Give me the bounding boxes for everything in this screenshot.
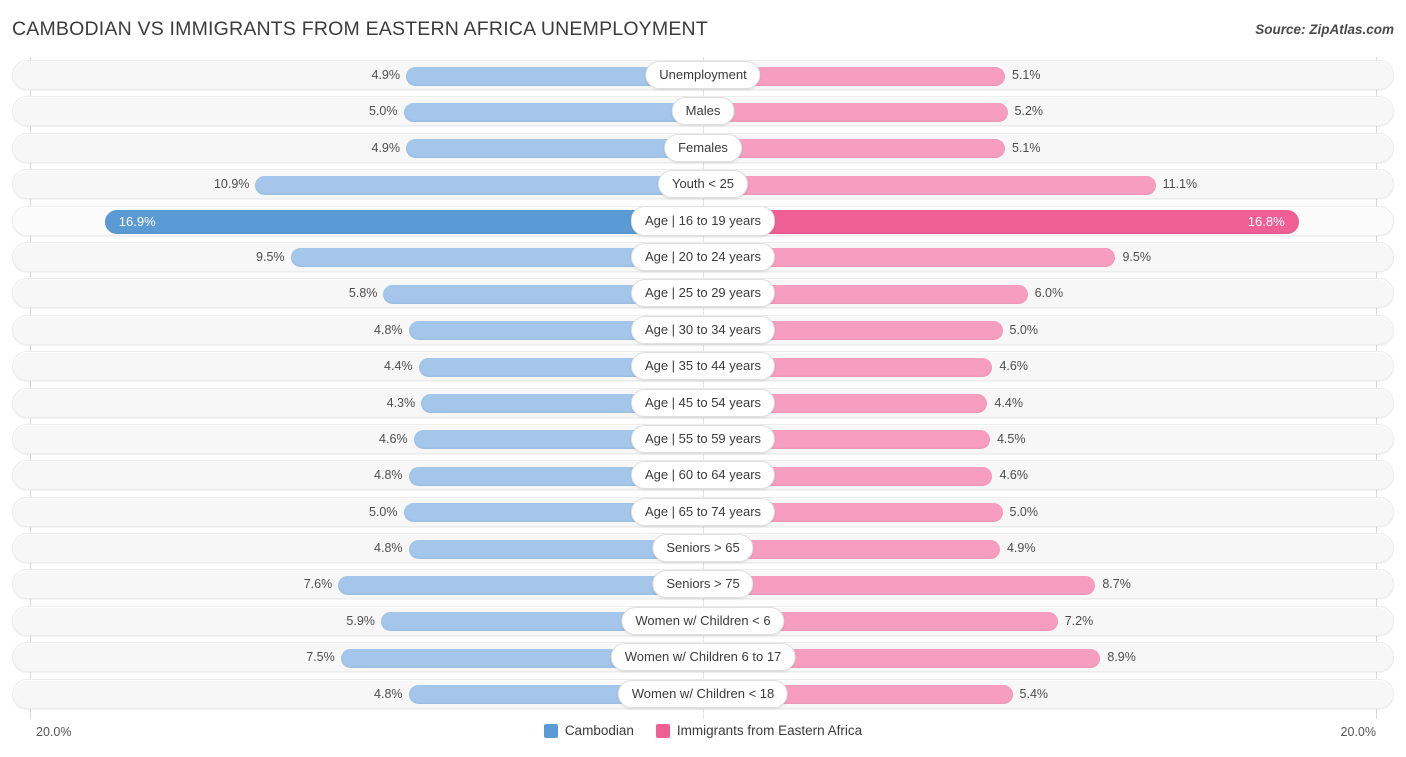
bar-cambodian[interactable] <box>406 139 703 159</box>
row-category-label: Age | 30 to 34 years <box>630 315 776 344</box>
value-label-cambodian: 5.9% <box>346 613 375 628</box>
value-label-cambodian: 5.0% <box>369 504 398 519</box>
value-label-immigrants: 8.7% <box>1102 577 1131 592</box>
value-label-cambodian: 7.5% <box>306 650 335 665</box>
chart-row: 5.8% 6.0% Age | 25 to 29 years <box>0 275 1406 311</box>
chart-row: 4.6% 4.5% Age | 55 to 59 years <box>0 421 1406 457</box>
value-label-cambodian: 4.8% <box>374 468 403 483</box>
value-label-immigrants: 4.6% <box>999 359 1028 374</box>
legend-item-immigrants-from-eastern-africa[interactable]: Immigrants from Eastern Africa <box>655 723 863 738</box>
row-category-label: Males <box>671 97 735 126</box>
value-label-immigrants: 5.4% <box>1019 686 1049 701</box>
row-category-label: Age | 25 to 29 years <box>630 279 776 308</box>
chart-row: 5.9% 7.2% Women w/ Children < 6 <box>0 603 1406 639</box>
legend-swatch-icon-immigrants <box>655 723 670 738</box>
chart-row: 9.5% 9.5% Age | 20 to 24 years <box>0 239 1406 275</box>
value-label-cambodian: 4.8% <box>374 541 403 556</box>
value-label-immigrants: 8.9% <box>1107 650 1136 665</box>
row-category-label: Seniors > 65 <box>652 534 754 563</box>
legend-swatch-icon-cambodian <box>543 723 558 738</box>
value-label-immigrants: 6.0% <box>1034 286 1064 301</box>
row-category-label: Age | 16 to 19 years <box>630 205 776 236</box>
value-label-immigrants: 9.5% <box>1122 249 1151 264</box>
value-label-cambodian: 4.3% <box>386 395 416 410</box>
chart-row: 4.8% 5.4% Women w/ Children < 18 <box>0 676 1406 712</box>
value-label-immigrants: 5.1% <box>1012 140 1041 155</box>
bar-cambodian[interactable] <box>338 575 703 595</box>
chart-row: 16.9% 16.8% Age | 16 to 19 years <box>0 203 1406 239</box>
value-label-cambodian: 16.9% <box>118 213 156 229</box>
chart-row: 7.6% 8.7% Seniors > 75 <box>0 566 1406 602</box>
value-label-immigrants: 5.1% <box>1012 68 1041 82</box>
chart-row: 7.5% 8.9% Women w/ Children 6 to 17 <box>0 639 1406 675</box>
value-label-immigrants: 5.0% <box>1009 504 1039 519</box>
value-label-immigrants: 7.2% <box>1064 613 1094 628</box>
legend-label-immigrants: Immigrants from Eastern Africa <box>676 723 863 738</box>
value-label-cambodian: 4.9% <box>371 68 401 82</box>
value-label-cambodian: 4.9% <box>371 140 401 155</box>
chart-legend: Cambodian Immigrants from Eastern Africa <box>0 723 1406 738</box>
bar-immigrants-from-eastern-africa[interactable] <box>703 175 1156 195</box>
source-attribution: Source: ZipAtlas.com <box>1255 22 1394 37</box>
value-label-immigrants: 5.2% <box>1014 104 1044 119</box>
chart-row: 4.3% 4.4% Age | 45 to 54 years <box>0 385 1406 421</box>
value-label-immigrants: 11.1% <box>1162 177 1198 192</box>
row-category-label: Women w/ Children < 6 <box>621 606 785 635</box>
row-category-label: Females <box>664 133 742 162</box>
page-title: CAMBODIAN VS IMMIGRANTS FROM EASTERN AFR… <box>12 18 708 40</box>
chart-row: 4.8% 4.9% Seniors > 65 <box>0 530 1406 566</box>
value-label-immigrants: 4.4% <box>994 395 1023 410</box>
row-category-label: Age | 65 to 74 years <box>630 497 776 526</box>
bar-cambodian[interactable] <box>403 102 703 122</box>
row-category-label: Age | 60 to 64 years <box>630 461 776 490</box>
bar-immigrants-from-eastern-africa[interactable] <box>703 139 1005 159</box>
bar-cambodian[interactable] <box>255 175 703 195</box>
row-category-label: Unemployment <box>645 61 761 89</box>
chart-row: 4.9% 5.1% Unemployment <box>0 57 1406 93</box>
chart-rows: 4.9% 5.1% Unemployment 5.0% 5.2% Males 4.9% 5.1… <box>0 57 1406 712</box>
row-category-label: Age | 45 to 54 years <box>630 388 776 417</box>
value-label-cambodian: 9.5% <box>256 249 285 264</box>
chart-row: 10.9% 11.1% Youth < 25 <box>0 166 1406 202</box>
chart-row: 5.0% 5.0% Age | 65 to 74 years <box>0 494 1406 530</box>
row-category-label: Women w/ Children < 18 <box>617 679 789 708</box>
chart-row: 4.8% 4.6% Age | 60 to 64 years <box>0 457 1406 493</box>
value-label-cambodian: 7.6% <box>303 577 333 592</box>
value-label-cambodian: 5.0% <box>369 104 398 119</box>
chart-footer: 20.0% 20.0% Cambodian Immigrants from Ea… <box>0 719 1406 757</box>
chart-row: 4.4% 4.6% Age | 35 to 44 years <box>0 348 1406 384</box>
legend-item-cambodian[interactable]: Cambodian <box>543 723 634 738</box>
value-label-cambodian: 4.8% <box>374 686 403 701</box>
chart-header: CAMBODIAN VS IMMIGRANTS FROM EASTERN AFR… <box>0 0 1406 55</box>
value-label-cambodian: 5.8% <box>348 286 378 301</box>
value-label-immigrants: 4.6% <box>999 468 1028 483</box>
value-label-cambodian: 4.8% <box>374 322 403 337</box>
value-label-immigrants: 4.9% <box>1006 541 1036 556</box>
chart-row: 4.8% 5.0% Age | 30 to 34 years <box>0 312 1406 348</box>
chart-plot-area: 4.9% 5.1% Unemployment 5.0% 5.2% Males 4.9% 5.1… <box>0 57 1406 719</box>
row-category-label: Youth < 25 <box>657 170 749 199</box>
value-label-cambodian: 4.6% <box>379 431 408 446</box>
bar-immigrants-from-eastern-africa[interactable] <box>703 102 1008 122</box>
value-label-immigrants: 4.5% <box>996 431 1026 446</box>
row-category-label: Seniors > 75 <box>652 570 754 599</box>
value-label-immigrants: 16.8% <box>1247 213 1285 229</box>
bar-cambodian[interactable] <box>104 209 703 234</box>
chart-row: 5.0% 5.2% Males <box>0 93 1406 129</box>
bar-immigrants-from-eastern-africa[interactable] <box>703 575 1096 595</box>
row-category-label: Age | 55 to 59 years <box>630 424 776 453</box>
legend-label-cambodian: Cambodian <box>564 723 634 738</box>
row-category-label: Women w/ Children 6 to 17 <box>610 643 796 672</box>
row-category-label: Age | 20 to 24 years <box>630 242 776 271</box>
row-category-label: Age | 35 to 44 years <box>630 352 776 381</box>
value-label-immigrants: 5.0% <box>1009 322 1039 337</box>
chart-row: 4.9% 5.1% Females <box>0 130 1406 166</box>
value-label-cambodian: 4.4% <box>384 359 413 374</box>
value-label-cambodian: 10.9% <box>213 177 250 192</box>
bar-immigrants-from-eastern-africa[interactable] <box>703 209 1299 234</box>
